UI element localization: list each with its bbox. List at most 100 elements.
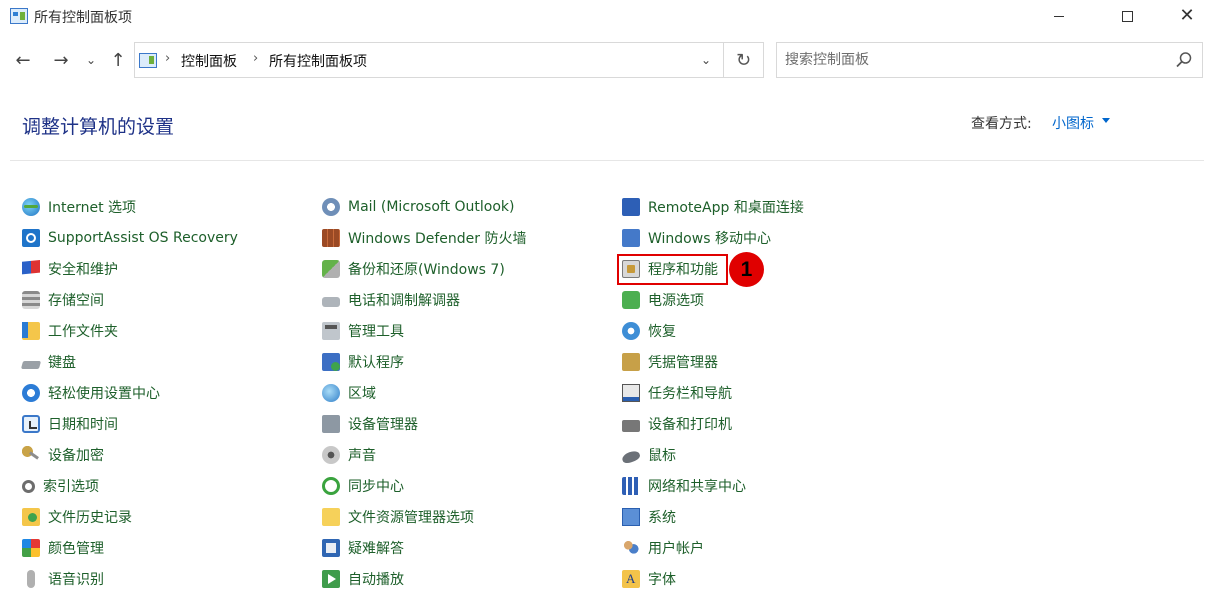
item-security-maintenance[interactable]: 安全和维护	[22, 256, 118, 282]
item-label[interactable]: 设备加密	[48, 445, 104, 465]
item-label[interactable]: 凭据管理器	[648, 352, 718, 372]
up-button[interactable]: ↑	[104, 44, 132, 76]
maximize-button[interactable]	[1104, 0, 1150, 32]
item-credential-manager[interactable]: 凭据管理器	[622, 349, 718, 375]
item-label[interactable]: 安全和维护	[48, 259, 118, 279]
item-mouse[interactable]: 鼠标	[620, 442, 676, 468]
item-label[interactable]: Windows Defender 防火墙	[348, 228, 526, 248]
item-label[interactable]: 默认程序	[348, 352, 404, 372]
breadcrumb-control-panel[interactable]: 控制面板	[181, 51, 237, 71]
item-device-encryption[interactable]: 设备加密	[22, 442, 104, 468]
forward-button[interactable]: →	[46, 44, 76, 76]
item-storage-spaces[interactable]: 存储空间	[22, 287, 104, 313]
item-phone-modem[interactable]: 电话和调制解调器	[322, 287, 460, 313]
item-label[interactable]: 电话和调制解调器	[348, 290, 460, 310]
item-label[interactable]: 系统	[648, 507, 676, 527]
item-date-time[interactable]: 日期和时间	[22, 411, 118, 437]
item-color-management[interactable]: 颜色管理	[22, 535, 104, 561]
item-label[interactable]: 索引选项	[43, 476, 99, 496]
item-network-sharing[interactable]: 网络和共享中心	[622, 473, 746, 499]
item-label[interactable]: 文件历史记录	[48, 507, 132, 527]
item-label[interactable]: 设备管理器	[348, 414, 418, 434]
item-label[interactable]: Windows 移动中心	[648, 228, 771, 248]
item-user-accounts[interactable]: 用户帐户	[622, 535, 704, 561]
item-devices-printers[interactable]: 设备和打印机	[622, 411, 732, 437]
item-label[interactable]: 字体	[648, 569, 676, 589]
search-input[interactable]	[785, 49, 1165, 71]
recent-locations-button[interactable]: ⌄	[80, 44, 102, 76]
item-backup-restore[interactable]: 备份和还原(Windows 7)	[322, 256, 505, 282]
item-default-programs[interactable]: 默认程序	[322, 349, 404, 375]
item-label[interactable]: 工作文件夹	[48, 321, 118, 341]
step-badge: 1	[729, 252, 764, 287]
breadcrumb-all-items[interactable]: 所有控制面板项	[269, 51, 367, 71]
item-power-options[interactable]: 电源选项	[622, 287, 704, 313]
item-label[interactable]: 鼠标	[648, 445, 676, 465]
sync-center-icon	[322, 477, 340, 495]
close-button[interactable]: ✕	[1164, 0, 1210, 32]
item-speech-recognition[interactable]: 语音识别	[22, 566, 104, 592]
search-icon[interactable]	[1175, 51, 1193, 69]
item-label[interactable]: 存储空间	[48, 290, 104, 310]
back-button[interactable]: ←	[8, 44, 38, 76]
item-work-folders[interactable]: 工作文件夹	[22, 318, 118, 344]
item-label[interactable]: 声音	[348, 445, 376, 465]
item-label[interactable]: 电源选项	[648, 290, 704, 310]
item-label[interactable]: SupportAssist OS Recovery	[48, 230, 238, 246]
breadcrumb-chevron-icon[interactable]: ›	[165, 51, 170, 66]
address-bar[interactable]: › 控制面板 › 所有控制面板项 ⌄ ↻	[134, 42, 764, 78]
item-sync-center[interactable]: 同步中心	[322, 473, 404, 499]
item-label[interactable]: 网络和共享中心	[648, 476, 746, 496]
item-internet-options[interactable]: Internet 选项	[22, 194, 136, 220]
item-label[interactable]: 文件资源管理器选项	[348, 507, 474, 527]
highlight-box	[617, 254, 728, 285]
item-label[interactable]: Mail (Microsoft Outlook)	[348, 199, 514, 215]
item-autoplay[interactable]: 自动播放	[322, 566, 404, 592]
item-label[interactable]: 区域	[348, 383, 376, 403]
item-label[interactable]: 管理工具	[348, 321, 404, 341]
item-file-history[interactable]: 文件历史记录	[22, 504, 132, 530]
item-label[interactable]: 疑难解答	[348, 538, 404, 558]
dropdown-caret-icon[interactable]	[1102, 118, 1110, 123]
item-explorer-options[interactable]: 文件资源管理器选项	[322, 504, 474, 530]
item-label[interactable]: 同步中心	[348, 476, 404, 496]
item-label[interactable]: 任务栏和导航	[648, 383, 732, 403]
item-indexing-options[interactable]: 索引选项	[22, 473, 99, 499]
item-label[interactable]: 设备和打印机	[648, 414, 732, 434]
breadcrumb-chevron-icon[interactable]: ›	[253, 51, 258, 66]
close-icon: ✕	[1179, 5, 1195, 26]
item-region[interactable]: 区域	[322, 380, 376, 406]
remoteapp-icon	[622, 198, 640, 216]
item-system[interactable]: 系统	[622, 504, 676, 530]
item-firewall[interactable]: Windows Defender 防火墙	[322, 225, 526, 251]
item-label[interactable]: 备份和还原(Windows 7)	[348, 259, 505, 279]
minimize-button[interactable]	[1036, 0, 1082, 32]
address-dropdown-button[interactable]: ⌄	[691, 43, 721, 77]
item-troubleshooting[interactable]: 疑难解答	[322, 535, 404, 561]
item-label[interactable]: 用户帐户	[648, 538, 704, 558]
refresh-button[interactable]: ↻	[723, 43, 763, 77]
item-label[interactable]: 日期和时间	[48, 414, 118, 434]
view-by-dropdown[interactable]: 小图标	[1052, 113, 1094, 133]
item-mail[interactable]: Mail (Microsoft Outlook)	[322, 194, 514, 220]
item-admin-tools[interactable]: 管理工具	[322, 318, 404, 344]
item-fonts[interactable]: 字体	[622, 566, 676, 592]
item-label[interactable]: 恢复	[648, 321, 676, 341]
item-ease-of-access[interactable]: 轻松使用设置中心	[22, 380, 160, 406]
item-remoteapp[interactable]: RemoteApp 和桌面连接	[622, 194, 804, 220]
item-label[interactable]: 轻松使用设置中心	[48, 383, 160, 403]
item-label[interactable]: 键盘	[48, 352, 76, 372]
search-box[interactable]	[776, 42, 1203, 78]
item-supportassist[interactable]: SupportAssist OS Recovery	[22, 225, 238, 251]
item-label[interactable]: Internet 选项	[48, 197, 136, 217]
item-mobility-center[interactable]: Windows 移动中心	[622, 225, 771, 251]
item-label[interactable]: 颜色管理	[48, 538, 104, 558]
item-label[interactable]: 自动播放	[348, 569, 404, 589]
item-label[interactable]: RemoteApp 和桌面连接	[648, 197, 804, 217]
item-keyboard[interactable]: 键盘	[20, 349, 76, 375]
item-taskbar-navigation[interactable]: 任务栏和导航	[622, 380, 732, 406]
item-sound[interactable]: 声音	[322, 442, 376, 468]
item-label[interactable]: 语音识别	[48, 569, 104, 589]
item-device-manager[interactable]: 设备管理器	[322, 411, 418, 437]
item-recovery[interactable]: 恢复	[622, 318, 676, 344]
